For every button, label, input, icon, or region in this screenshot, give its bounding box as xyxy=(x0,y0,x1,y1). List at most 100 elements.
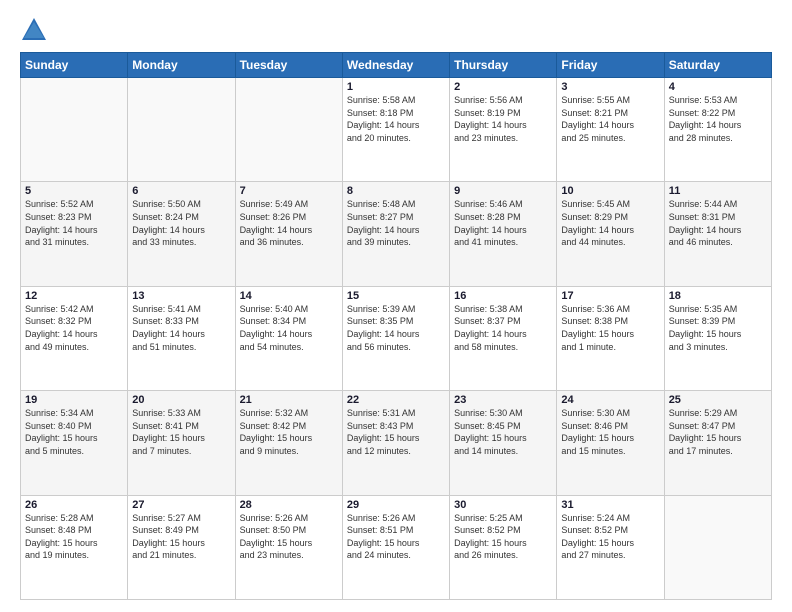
calendar-cell: 25Sunrise: 5:29 AMSunset: 8:47 PMDayligh… xyxy=(664,391,771,495)
calendar-cell: 7Sunrise: 5:49 AMSunset: 8:26 PMDaylight… xyxy=(235,182,342,286)
calendar-cell: 16Sunrise: 5:38 AMSunset: 8:37 PMDayligh… xyxy=(450,286,557,390)
calendar-cell: 19Sunrise: 5:34 AMSunset: 8:40 PMDayligh… xyxy=(21,391,128,495)
day-header: Wednesday xyxy=(342,53,449,78)
day-number: 3 xyxy=(561,81,659,93)
day-number: 23 xyxy=(454,394,552,406)
day-number: 22 xyxy=(347,394,445,406)
calendar-week-row: 12Sunrise: 5:42 AMSunset: 8:32 PMDayligh… xyxy=(21,286,772,390)
day-info: Sunrise: 5:49 AMSunset: 8:26 PMDaylight:… xyxy=(240,198,338,248)
day-info: Sunrise: 5:36 AMSunset: 8:38 PMDaylight:… xyxy=(561,303,659,353)
calendar-cell: 27Sunrise: 5:27 AMSunset: 8:49 PMDayligh… xyxy=(128,495,235,599)
calendar-cell: 20Sunrise: 5:33 AMSunset: 8:41 PMDayligh… xyxy=(128,391,235,495)
day-info: Sunrise: 5:28 AMSunset: 8:48 PMDaylight:… xyxy=(25,512,123,562)
calendar-cell: 9Sunrise: 5:46 AMSunset: 8:28 PMDaylight… xyxy=(450,182,557,286)
calendar-cell: 5Sunrise: 5:52 AMSunset: 8:23 PMDaylight… xyxy=(21,182,128,286)
calendar-week-row: 26Sunrise: 5:28 AMSunset: 8:48 PMDayligh… xyxy=(21,495,772,599)
day-header: Saturday xyxy=(664,53,771,78)
day-number: 6 xyxy=(132,185,230,197)
calendar-cell xyxy=(664,495,771,599)
day-info: Sunrise: 5:58 AMSunset: 8:18 PMDaylight:… xyxy=(347,94,445,144)
day-info: Sunrise: 5:25 AMSunset: 8:52 PMDaylight:… xyxy=(454,512,552,562)
header-row: SundayMondayTuesdayWednesdayThursdayFrid… xyxy=(21,53,772,78)
day-info: Sunrise: 5:48 AMSunset: 8:27 PMDaylight:… xyxy=(347,198,445,248)
day-number: 21 xyxy=(240,394,338,406)
day-header: Sunday xyxy=(21,53,128,78)
day-number: 17 xyxy=(561,290,659,302)
calendar-cell: 30Sunrise: 5:25 AMSunset: 8:52 PMDayligh… xyxy=(450,495,557,599)
day-info: Sunrise: 5:24 AMSunset: 8:52 PMDaylight:… xyxy=(561,512,659,562)
calendar-cell: 12Sunrise: 5:42 AMSunset: 8:32 PMDayligh… xyxy=(21,286,128,390)
day-number: 25 xyxy=(669,394,767,406)
day-info: Sunrise: 5:40 AMSunset: 8:34 PMDaylight:… xyxy=(240,303,338,353)
day-header: Friday xyxy=(557,53,664,78)
day-info: Sunrise: 5:39 AMSunset: 8:35 PMDaylight:… xyxy=(347,303,445,353)
calendar: SundayMondayTuesdayWednesdayThursdayFrid… xyxy=(20,52,772,600)
calendar-cell: 13Sunrise: 5:41 AMSunset: 8:33 PMDayligh… xyxy=(128,286,235,390)
calendar-cell: 26Sunrise: 5:28 AMSunset: 8:48 PMDayligh… xyxy=(21,495,128,599)
day-info: Sunrise: 5:44 AMSunset: 8:31 PMDaylight:… xyxy=(669,198,767,248)
day-number: 29 xyxy=(347,499,445,511)
calendar-cell: 24Sunrise: 5:30 AMSunset: 8:46 PMDayligh… xyxy=(557,391,664,495)
day-number: 8 xyxy=(347,185,445,197)
day-number: 1 xyxy=(347,81,445,93)
day-info: Sunrise: 5:33 AMSunset: 8:41 PMDaylight:… xyxy=(132,407,230,457)
day-info: Sunrise: 5:38 AMSunset: 8:37 PMDaylight:… xyxy=(454,303,552,353)
day-info: Sunrise: 5:52 AMSunset: 8:23 PMDaylight:… xyxy=(25,198,123,248)
day-info: Sunrise: 5:31 AMSunset: 8:43 PMDaylight:… xyxy=(347,407,445,457)
day-info: Sunrise: 5:46 AMSunset: 8:28 PMDaylight:… xyxy=(454,198,552,248)
day-number: 14 xyxy=(240,290,338,302)
day-number: 7 xyxy=(240,185,338,197)
calendar-cell xyxy=(128,78,235,182)
calendar-cell: 8Sunrise: 5:48 AMSunset: 8:27 PMDaylight… xyxy=(342,182,449,286)
header xyxy=(20,16,772,44)
logo xyxy=(20,16,52,44)
day-number: 16 xyxy=(454,290,552,302)
day-info: Sunrise: 5:53 AMSunset: 8:22 PMDaylight:… xyxy=(669,94,767,144)
day-number: 28 xyxy=(240,499,338,511)
day-info: Sunrise: 5:32 AMSunset: 8:42 PMDaylight:… xyxy=(240,407,338,457)
calendar-week-row: 1Sunrise: 5:58 AMSunset: 8:18 PMDaylight… xyxy=(21,78,772,182)
day-number: 4 xyxy=(669,81,767,93)
day-info: Sunrise: 5:27 AMSunset: 8:49 PMDaylight:… xyxy=(132,512,230,562)
calendar-cell: 31Sunrise: 5:24 AMSunset: 8:52 PMDayligh… xyxy=(557,495,664,599)
day-info: Sunrise: 5:42 AMSunset: 8:32 PMDaylight:… xyxy=(25,303,123,353)
day-info: Sunrise: 5:45 AMSunset: 8:29 PMDaylight:… xyxy=(561,198,659,248)
calendar-cell: 14Sunrise: 5:40 AMSunset: 8:34 PMDayligh… xyxy=(235,286,342,390)
calendar-cell xyxy=(21,78,128,182)
day-info: Sunrise: 5:26 AMSunset: 8:50 PMDaylight:… xyxy=(240,512,338,562)
calendar-header: SundayMondayTuesdayWednesdayThursdayFrid… xyxy=(21,53,772,78)
calendar-week-row: 19Sunrise: 5:34 AMSunset: 8:40 PMDayligh… xyxy=(21,391,772,495)
day-info: Sunrise: 5:29 AMSunset: 8:47 PMDaylight:… xyxy=(669,407,767,457)
day-info: Sunrise: 5:56 AMSunset: 8:19 PMDaylight:… xyxy=(454,94,552,144)
calendar-cell xyxy=(235,78,342,182)
calendar-cell: 23Sunrise: 5:30 AMSunset: 8:45 PMDayligh… xyxy=(450,391,557,495)
day-header: Thursday xyxy=(450,53,557,78)
calendar-cell: 17Sunrise: 5:36 AMSunset: 8:38 PMDayligh… xyxy=(557,286,664,390)
day-info: Sunrise: 5:35 AMSunset: 8:39 PMDaylight:… xyxy=(669,303,767,353)
calendar-cell: 4Sunrise: 5:53 AMSunset: 8:22 PMDaylight… xyxy=(664,78,771,182)
day-number: 24 xyxy=(561,394,659,406)
calendar-cell: 2Sunrise: 5:56 AMSunset: 8:19 PMDaylight… xyxy=(450,78,557,182)
day-number: 31 xyxy=(561,499,659,511)
calendar-body: 1Sunrise: 5:58 AMSunset: 8:18 PMDaylight… xyxy=(21,78,772,600)
day-number: 9 xyxy=(454,185,552,197)
calendar-cell: 10Sunrise: 5:45 AMSunset: 8:29 PMDayligh… xyxy=(557,182,664,286)
logo-icon xyxy=(20,16,48,44)
calendar-cell: 21Sunrise: 5:32 AMSunset: 8:42 PMDayligh… xyxy=(235,391,342,495)
calendar-cell: 18Sunrise: 5:35 AMSunset: 8:39 PMDayligh… xyxy=(664,286,771,390)
day-number: 18 xyxy=(669,290,767,302)
day-info: Sunrise: 5:41 AMSunset: 8:33 PMDaylight:… xyxy=(132,303,230,353)
day-number: 26 xyxy=(25,499,123,511)
day-number: 11 xyxy=(669,185,767,197)
day-number: 20 xyxy=(132,394,230,406)
day-number: 10 xyxy=(561,185,659,197)
day-number: 5 xyxy=(25,185,123,197)
day-number: 27 xyxy=(132,499,230,511)
day-header: Tuesday xyxy=(235,53,342,78)
day-number: 19 xyxy=(25,394,123,406)
day-info: Sunrise: 5:26 AMSunset: 8:51 PMDaylight:… xyxy=(347,512,445,562)
day-number: 12 xyxy=(25,290,123,302)
calendar-cell: 11Sunrise: 5:44 AMSunset: 8:31 PMDayligh… xyxy=(664,182,771,286)
calendar-cell: 3Sunrise: 5:55 AMSunset: 8:21 PMDaylight… xyxy=(557,78,664,182)
page: SundayMondayTuesdayWednesdayThursdayFrid… xyxy=(0,0,792,612)
